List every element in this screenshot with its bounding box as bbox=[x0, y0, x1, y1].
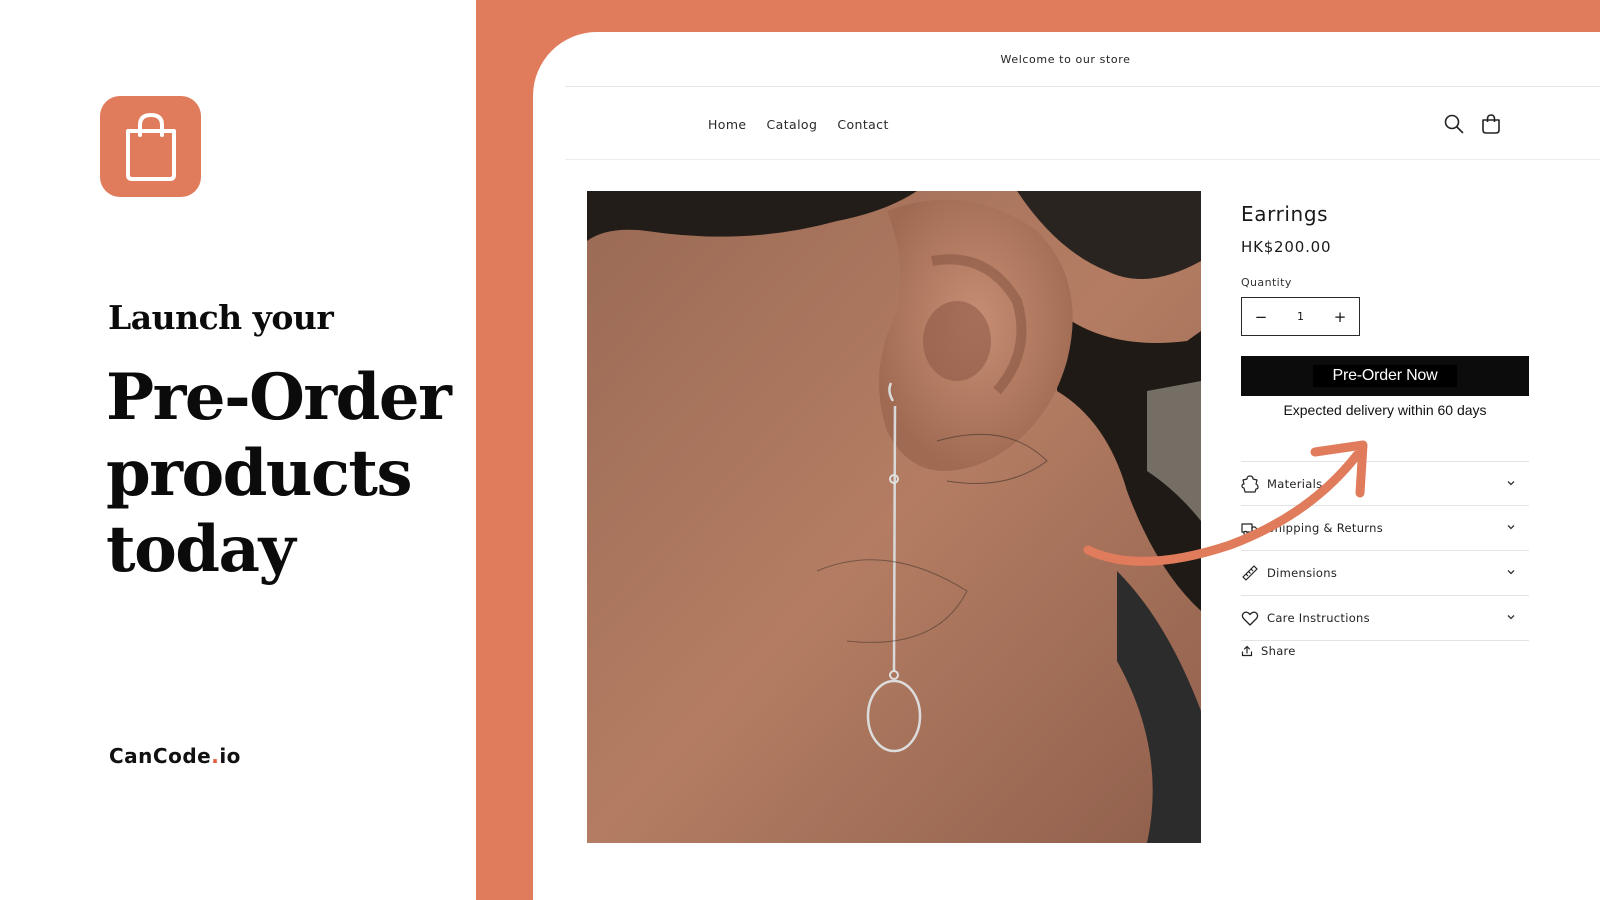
announcement-bar: Welcome to our store bbox=[565, 32, 1600, 87]
quantity-input[interactable]: 1 bbox=[1280, 310, 1321, 323]
share-label: Share bbox=[1261, 644, 1296, 658]
cart-icon[interactable] bbox=[1480, 113, 1502, 135]
accordion-label: Care Instructions bbox=[1267, 611, 1370, 625]
chevron-down-icon bbox=[1507, 481, 1515, 486]
decrease-quantity-button[interactable]: − bbox=[1242, 298, 1280, 335]
nav-catalog[interactable]: Catalog bbox=[767, 117, 818, 132]
product-info: Earrings HK$200.00 Quantity − 1 + Pre-Or… bbox=[1241, 202, 1541, 418]
store-window: Welcome to our store Home Catalog Contac… bbox=[533, 32, 1600, 900]
store-nav: Home Catalog Contact bbox=[565, 88, 1600, 160]
share-icon bbox=[1241, 645, 1253, 657]
brand-name: CanCode bbox=[109, 744, 212, 768]
promo-panel: Launch your Pre-Order products today Can… bbox=[0, 0, 476, 900]
quantity-stepper: − 1 + bbox=[1241, 297, 1360, 336]
product-accordion: Materials Shipping & Returns Dimensions … bbox=[1241, 461, 1529, 641]
nav-contact[interactable]: Contact bbox=[837, 117, 888, 132]
preorder-button-label: Pre-Order Now bbox=[1312, 365, 1458, 387]
chevron-down-icon bbox=[1507, 525, 1515, 530]
chevron-down-icon bbox=[1507, 570, 1515, 575]
accordion-materials[interactable]: Materials bbox=[1241, 461, 1529, 506]
preorder-button[interactable]: Pre-Order Now bbox=[1241, 356, 1529, 396]
nav-home[interactable]: Home bbox=[708, 117, 747, 132]
announcement-text: Welcome to our store bbox=[1000, 52, 1131, 66]
ruler-icon bbox=[1241, 564, 1259, 582]
share-button[interactable]: Share bbox=[1241, 644, 1296, 658]
quantity-label: Quantity bbox=[1241, 276, 1292, 289]
truck-icon bbox=[1241, 519, 1259, 537]
product-image bbox=[587, 191, 1201, 843]
chevron-down-icon bbox=[1507, 615, 1515, 620]
increase-quantity-button[interactable]: + bbox=[1321, 298, 1359, 335]
accordion-shipping[interactable]: Shipping & Returns bbox=[1241, 506, 1529, 551]
accordion-label: Dimensions bbox=[1267, 566, 1338, 580]
brand-logo: CanCode.io bbox=[109, 744, 241, 768]
accordion-dimensions[interactable]: Dimensions bbox=[1241, 551, 1529, 596]
search-icon[interactable] bbox=[1443, 113, 1465, 135]
puzzle-icon bbox=[1241, 474, 1259, 493]
accordion-label: Shipping & Returns bbox=[1267, 521, 1383, 535]
product-title: Earrings bbox=[1241, 202, 1329, 226]
product-price: HK$200.00 bbox=[1241, 238, 1332, 256]
nav-links: Home Catalog Contact bbox=[708, 88, 889, 160]
headline-main: Pre-Order products today bbox=[106, 360, 466, 588]
brand-suffix: io bbox=[219, 744, 241, 768]
headline-line: today bbox=[106, 512, 296, 587]
delivery-note: Expected delivery within 60 days bbox=[1283, 402, 1487, 418]
headline-line: Pre-Order bbox=[106, 360, 452, 435]
headline-small: Launch your bbox=[108, 298, 334, 337]
shopping-bag-icon bbox=[100, 96, 201, 197]
heart-icon bbox=[1241, 609, 1259, 627]
headline-line: products bbox=[106, 436, 413, 511]
accordion-care[interactable]: Care Instructions bbox=[1241, 596, 1529, 641]
accordion-label: Materials bbox=[1267, 476, 1323, 491]
